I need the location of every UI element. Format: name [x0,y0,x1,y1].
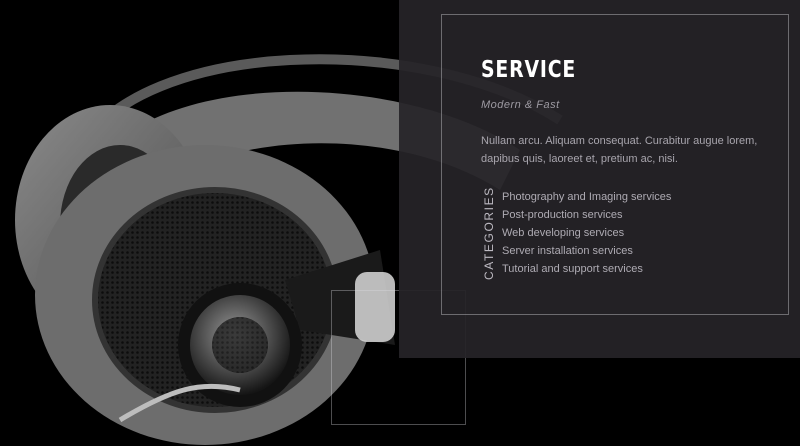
service-subtitle: Modern & Fast [481,99,560,111]
categories-list: Photography and Imaging services Post-pr… [502,188,671,278]
service-title: SERVICE [481,57,577,83]
category-item-photography[interactable]: Photography and Imaging services [502,188,671,206]
category-item-post-production[interactable]: Post-production services [502,206,671,224]
category-item-tutorial-support[interactable]: Tutorial and support services [502,260,671,278]
categories-label: CATEGORIES [482,186,496,280]
service-description: Nullam arcu. Aliquam consequat. Curabitu… [481,135,758,165]
category-item-server-installation[interactable]: Server installation services [502,242,671,260]
category-item-web-developing[interactable]: Web developing services [502,224,671,242]
